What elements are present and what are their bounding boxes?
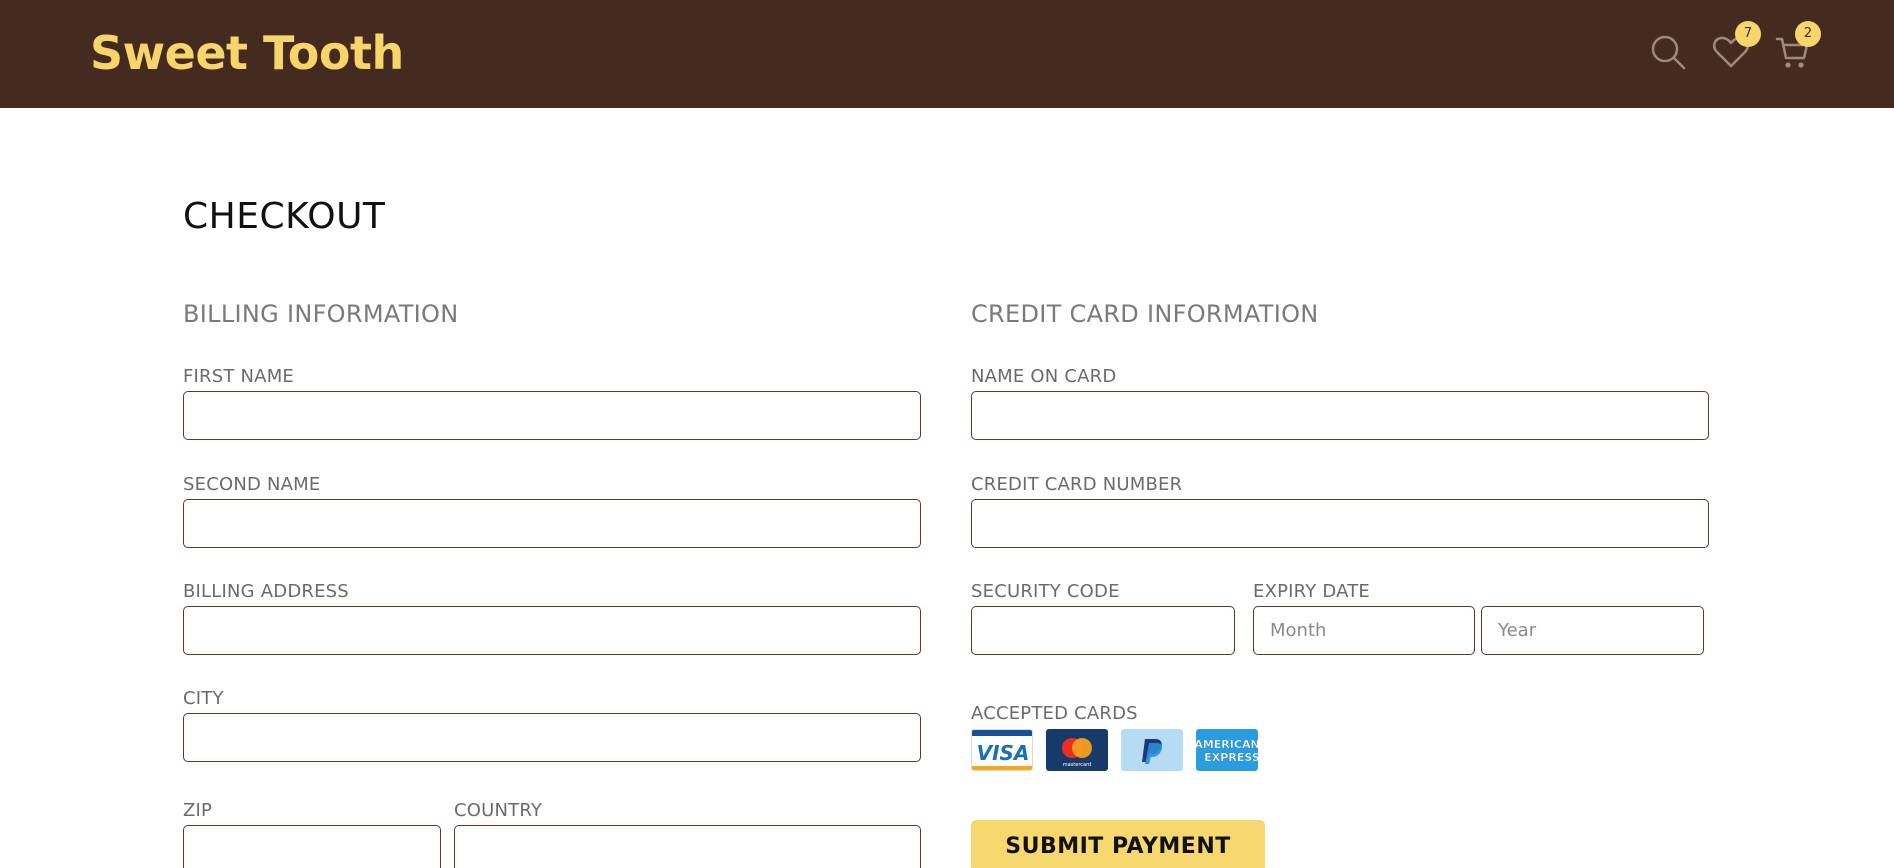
- city-field[interactable]: [183, 713, 921, 762]
- zip-label: ZIP: [183, 800, 213, 821]
- name-on-card-field[interactable]: [971, 391, 1709, 440]
- country-field[interactable]: [454, 825, 921, 868]
- first-name-field[interactable]: [183, 391, 921, 440]
- billing-section-title: BILLING INFORMATION: [183, 300, 459, 328]
- svg-text:AMERICAN: AMERICAN: [1196, 738, 1258, 751]
- accepted-cards-label: ACCEPTED CARDS: [971, 703, 1138, 724]
- billing-address-field[interactable]: [183, 606, 921, 655]
- svg-text:mastercard: mastercard: [1063, 762, 1091, 768]
- card-number-field[interactable]: [971, 499, 1709, 548]
- city-label: CITY: [183, 688, 224, 709]
- site-logo[interactable]: Sweet Tooth: [90, 26, 404, 80]
- expiry-date-label: EXPIRY DATE: [1253, 581, 1370, 602]
- svg-text:EXPRESS: EXPRESS: [1204, 751, 1258, 764]
- name-on-card-label: NAME ON CARD: [971, 366, 1117, 387]
- second-name-field[interactable]: [183, 499, 921, 548]
- submit-payment-button[interactable]: SUBMIT PAYMENT: [971, 820, 1265, 868]
- search-icon[interactable]: [1648, 32, 1688, 72]
- second-name-label: SECOND NAME: [183, 474, 321, 495]
- paypal-icon: [1121, 729, 1183, 771]
- mastercard-icon: mastercard: [1046, 729, 1108, 771]
- security-code-label: SECURITY CODE: [971, 581, 1120, 602]
- first-name-label: FIRST NAME: [183, 366, 294, 387]
- security-code-field[interactable]: [971, 606, 1235, 655]
- billing-address-label: BILLING ADDRESS: [183, 581, 349, 602]
- expiry-year-field[interactable]: [1481, 606, 1704, 655]
- credit-card-section-title: CREDIT CARD INFORMATION: [971, 300, 1319, 328]
- site-header: Sweet Tooth 7 2: [0, 0, 1894, 108]
- page-title: CHECKOUT: [183, 196, 386, 237]
- wishlist-count-badge: 7: [1735, 21, 1761, 47]
- visa-card-icon: VISA: [971, 729, 1033, 771]
- country-label: COUNTRY: [454, 800, 543, 821]
- zip-field[interactable]: [183, 825, 441, 868]
- american-express-icon: AMERICAN EXPRESS: [1196, 729, 1258, 771]
- svg-text:VISA: VISA: [977, 741, 1030, 765]
- cart-count-badge: 2: [1795, 21, 1821, 47]
- expiry-month-field[interactable]: [1253, 606, 1475, 655]
- card-number-label: CREDIT CARD NUMBER: [971, 474, 1183, 495]
